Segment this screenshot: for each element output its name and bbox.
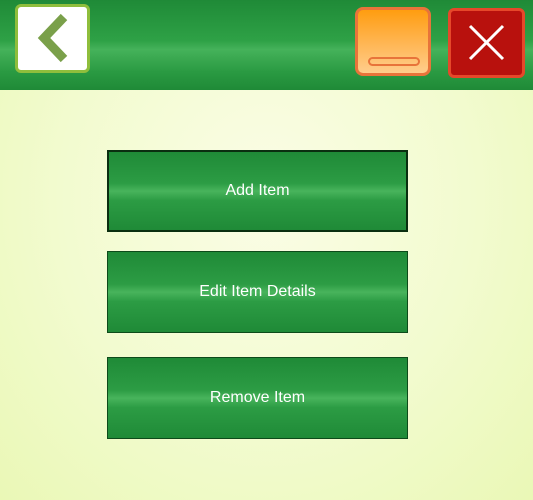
minimize-icon (368, 57, 420, 66)
edit-item-details-button[interactable]: Edit Item Details (107, 251, 408, 333)
add-item-label: Add Item (225, 182, 290, 199)
title-bar (0, 0, 533, 90)
edit-item-details-label: Edit Item Details (199, 283, 316, 300)
remove-item-label: Remove Item (209, 389, 306, 406)
close-button[interactable] (448, 8, 525, 78)
back-button[interactable] (15, 4, 90, 73)
remove-item-button[interactable]: Remove Item (107, 357, 408, 439)
add-item-button[interactable]: Add Item (107, 150, 408, 232)
minimize-button[interactable] (355, 7, 431, 76)
